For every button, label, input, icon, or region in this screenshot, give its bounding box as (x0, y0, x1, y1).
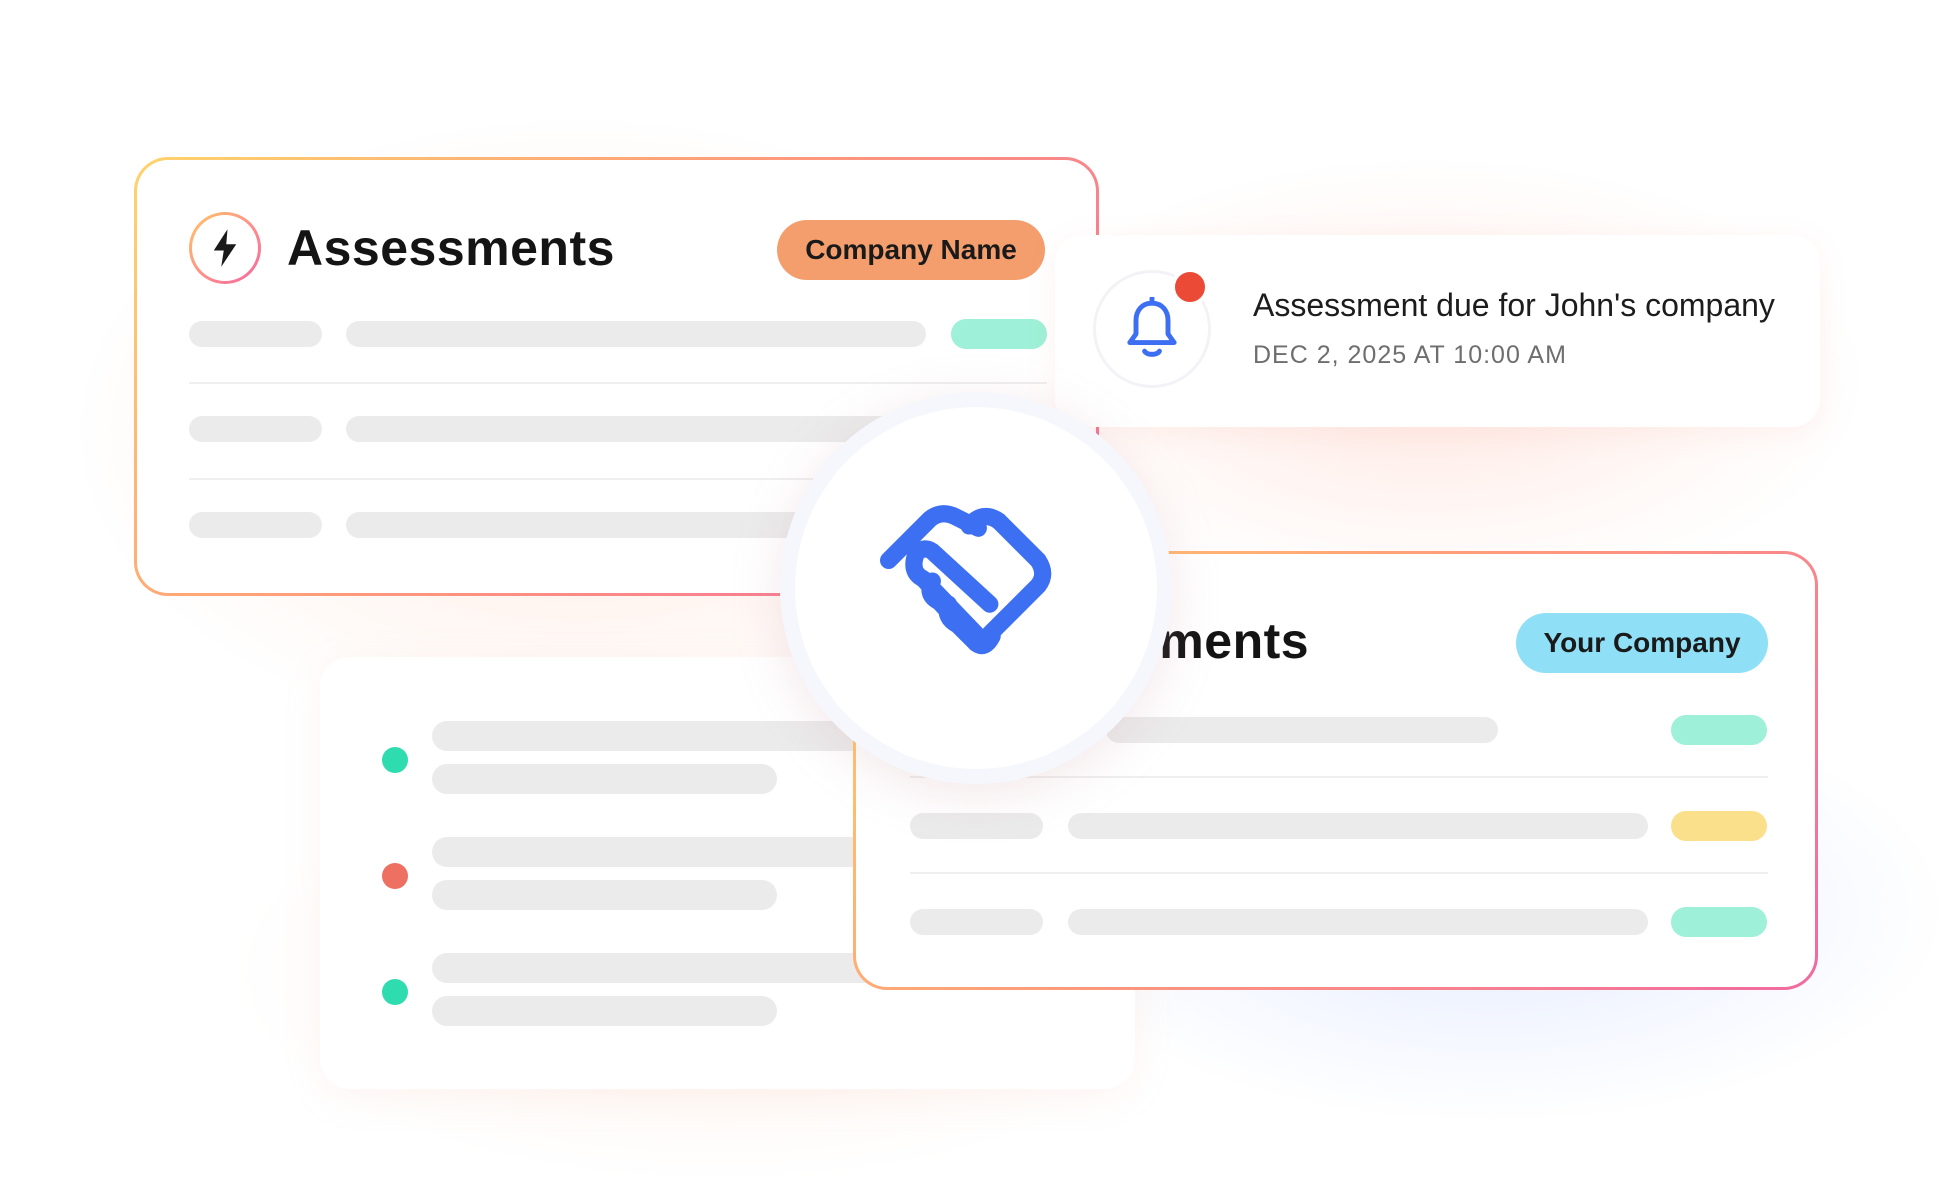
notification-timestamp: DEC 2, 2025 AT 10:00 AM (1253, 341, 1567, 369)
placeholder-bar (1068, 813, 1648, 839)
company-name-badge[interactable]: Company Name (777, 220, 1045, 280)
placeholder-bar (432, 764, 777, 794)
status-tag (1671, 715, 1767, 745)
divider (910, 872, 1768, 874)
divider (189, 382, 1047, 384)
placeholder-bar (346, 512, 846, 538)
placeholder-bar (189, 416, 322, 442)
status-tag (1671, 811, 1767, 841)
status-dot-red (382, 863, 408, 889)
placeholder-bar (346, 321, 926, 347)
placeholder-bar (189, 512, 322, 538)
notification-card[interactable]: Assessment due for John's company DEC 2,… (1055, 235, 1820, 427)
placeholder-bar (189, 321, 322, 347)
card-header: Assessments (189, 212, 615, 284)
status-dot-green (382, 979, 408, 1005)
handshake-badge (780, 392, 1172, 784)
your-company-badge[interactable]: Your Company (1516, 613, 1768, 673)
card-title: Assessments (287, 220, 615, 276)
placeholder-bar (910, 813, 1043, 839)
placeholder-bar (910, 909, 1043, 935)
placeholder-bar (432, 996, 777, 1026)
handshake-icon (879, 505, 1052, 655)
divider (910, 776, 1768, 778)
notification-message: Assessment due for John's company (1253, 287, 1775, 323)
status-tag (951, 319, 1047, 349)
notification-badge-dot (1171, 268, 1209, 306)
placeholder-bar (1106, 717, 1498, 743)
placeholder-bar (1068, 909, 1648, 935)
lightning-icon (189, 212, 261, 284)
placeholder-bar (432, 880, 777, 910)
status-tag (1671, 907, 1767, 937)
placeholder-bar (346, 416, 926, 442)
status-dot-green (382, 747, 408, 773)
